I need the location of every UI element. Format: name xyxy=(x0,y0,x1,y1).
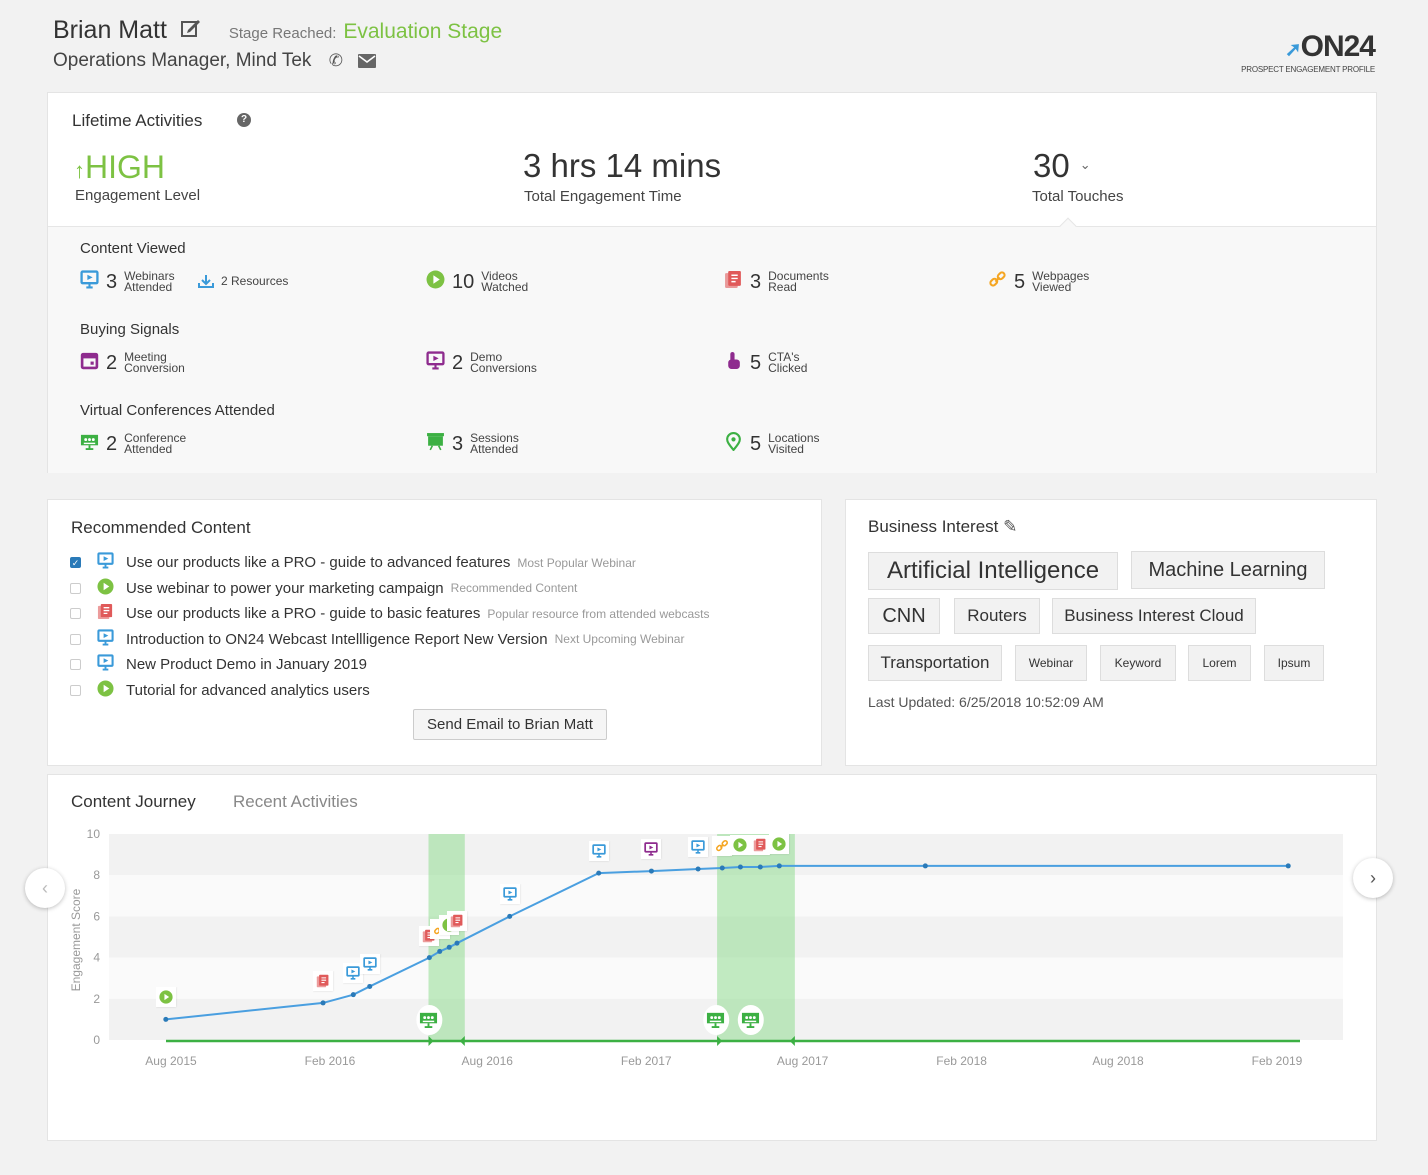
x-tick-label: Feb 2018 xyxy=(936,1054,987,1068)
conference-icon[interactable] xyxy=(741,1010,761,1030)
score-point xyxy=(596,870,602,876)
chart-next-button[interactable]: › xyxy=(1353,858,1393,898)
conference-icon[interactable] xyxy=(419,1010,439,1030)
y-tick-label: 4 xyxy=(93,951,100,965)
video-event-icon[interactable] xyxy=(730,834,752,857)
y-tick-label: 0 xyxy=(93,1033,100,1047)
score-point xyxy=(320,1000,326,1006)
score-point xyxy=(922,863,928,869)
score-point xyxy=(776,863,782,869)
y-tick-label: 2 xyxy=(93,992,100,1006)
score-point xyxy=(350,992,356,998)
x-tick-label: Feb 2016 xyxy=(305,1054,356,1068)
webinar-event-icon[interactable] xyxy=(499,884,522,906)
score-point xyxy=(737,864,743,870)
score-point xyxy=(437,948,443,954)
score-point xyxy=(367,983,373,989)
score-point xyxy=(426,955,432,961)
x-tick-label: Aug 2018 xyxy=(1092,1054,1144,1068)
score-point xyxy=(507,913,513,919)
x-tick-label: Aug 2017 xyxy=(777,1054,829,1068)
y-axis-label: Engagement Score xyxy=(69,888,83,991)
document-event-icon[interactable] xyxy=(313,970,335,993)
score-point xyxy=(695,866,701,872)
video-event-icon[interactable] xyxy=(769,833,791,856)
x-tick-label: Feb 2017 xyxy=(621,1054,672,1068)
webinar-event-icon[interactable] xyxy=(688,837,710,859)
y-tick-label: 8 xyxy=(93,868,100,882)
video-event-icon[interactable] xyxy=(155,987,178,1009)
chart-prev-button[interactable]: ‹ xyxy=(25,868,65,908)
document-event-icon[interactable] xyxy=(447,911,469,933)
webinar-event-icon[interactable] xyxy=(588,841,611,863)
demo-event-icon[interactable] xyxy=(641,839,663,861)
x-tick-label: Feb 2019 xyxy=(1252,1054,1303,1068)
x-tick-label: Aug 2015 xyxy=(145,1054,197,1068)
webinar-event-icon[interactable] xyxy=(359,954,382,976)
score-point xyxy=(163,1016,169,1022)
score-point xyxy=(719,865,725,871)
score-point xyxy=(1285,863,1291,869)
score-point xyxy=(757,864,763,870)
score-point xyxy=(454,940,460,946)
y-tick-label: 6 xyxy=(93,909,100,923)
x-tick-label: Aug 2016 xyxy=(462,1054,514,1068)
y-tick-label: 10 xyxy=(87,827,101,841)
score-point xyxy=(446,944,452,950)
engagement-chart: 0 2 4 6 8 10 Engagement Score Aug 2015 Feb 2016 A… xyxy=(69,827,1343,1068)
conference-icon[interactable] xyxy=(706,1010,726,1030)
score-point xyxy=(648,868,654,874)
